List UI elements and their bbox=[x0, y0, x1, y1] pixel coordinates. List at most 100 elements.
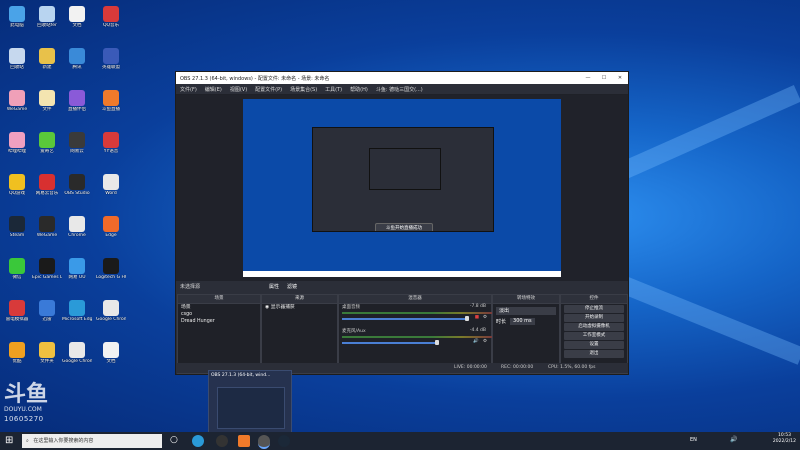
desktop-icon[interactable]: Google Chrome bbox=[62, 340, 92, 378]
desktop-icon[interactable]: WeGame bbox=[2, 88, 32, 126]
ime-indicator[interactable]: EN bbox=[690, 437, 697, 443]
control-button[interactable]: 工作室模式 bbox=[564, 332, 624, 340]
desktop-icon[interactable]: 此电脑 bbox=[2, 4, 32, 42]
desktop-icon[interactable]: 网易 UU bbox=[62, 256, 92, 294]
desktop-icon[interactable]: 回收站fer bbox=[32, 4, 62, 42]
app-icon bbox=[69, 6, 85, 22]
desktop-icon[interactable]: Epic Games Launcher bbox=[32, 256, 62, 294]
desktop-icon[interactable]: 新建 bbox=[32, 46, 62, 84]
desktop-icon[interactable]: 哔哩哔哩 bbox=[2, 130, 32, 168]
duration-row: 时长 300 ms bbox=[496, 318, 556, 325]
control-button[interactable]: 开始录制 bbox=[564, 314, 624, 322]
duration-input[interactable]: 300 ms bbox=[510, 318, 535, 325]
desktop-icon[interactable]: Chrome bbox=[62, 214, 92, 252]
control-button[interactable]: 退出 bbox=[564, 350, 624, 358]
filters-tab[interactable]: 滤镜 bbox=[283, 283, 301, 290]
menu-item[interactable]: 文件(F) bbox=[176, 86, 201, 93]
obs-icon[interactable] bbox=[216, 435, 228, 447]
taskbar-search[interactable]: ⌕ 在这里输入你要搜索的内容 bbox=[22, 434, 162, 448]
obs-preview[interactable]: 斗鱼开始直播成功 bbox=[176, 95, 628, 281]
menu-item[interactable]: 配置文件(P) bbox=[251, 86, 286, 93]
desktop-icon[interactable]: Google Chrome bbox=[96, 298, 126, 336]
gear-icon[interactable]: ⚙ bbox=[483, 339, 487, 344]
maximize-icon[interactable]: ☐ bbox=[596, 75, 612, 81]
properties-tab[interactable]: 属性 bbox=[265, 283, 283, 290]
app-icon bbox=[69, 90, 85, 106]
desktop-icon[interactable]: QQ音乐 bbox=[96, 4, 126, 42]
desktop-icon[interactable]: 文件夹 bbox=[32, 340, 62, 378]
app-icon bbox=[39, 342, 55, 358]
desktop-icon[interactable]: 微信 bbox=[2, 256, 32, 294]
desktop-icon[interactable]: Steam bbox=[2, 214, 32, 252]
controls-title: 控件 bbox=[561, 295, 627, 304]
app-icon bbox=[103, 174, 119, 190]
desktop-icon[interactable]: Word bbox=[96, 172, 126, 210]
eye-icon[interactable]: ◉ bbox=[265, 305, 269, 310]
taskbar-thumbnail[interactable]: OBS 27.1.3 (64-bit, wind... bbox=[208, 370, 292, 432]
desktop-icon[interactable]: 优酷 bbox=[2, 340, 32, 378]
desktop-icon[interactable]: 回收站 bbox=[2, 46, 32, 84]
desktop-icon-label: 此电脑 bbox=[10, 23, 24, 28]
menu-item[interactable]: 工具(T) bbox=[321, 86, 346, 93]
steam-icon[interactable] bbox=[278, 435, 290, 447]
desktop-icon[interactable]: 迅雷 bbox=[32, 298, 62, 336]
scene-item[interactable]: csgo bbox=[178, 311, 260, 318]
volume-knob[interactable] bbox=[465, 316, 469, 321]
control-button[interactable]: 设置 bbox=[564, 341, 624, 349]
app-icon bbox=[69, 216, 85, 232]
menu-item[interactable]: 帮助(H) bbox=[346, 86, 372, 93]
volume-icon[interactable]: 🔊 bbox=[730, 436, 737, 443]
menu-item[interactable]: 视图(V) bbox=[226, 86, 251, 93]
desktop-icon[interactable]: 英雄联盟 bbox=[96, 46, 126, 84]
app-icon bbox=[103, 6, 119, 22]
edge-icon[interactable] bbox=[192, 435, 204, 447]
obs-titlebar[interactable]: OBS 27.1.3 (64-bit, windows) - 配置文件: 未命名… bbox=[176, 72, 628, 84]
rec-status: REC: 00:00:00 bbox=[501, 365, 534, 370]
scene-item[interactable]: Dread Hunger bbox=[178, 318, 260, 325]
volume-knob[interactable] bbox=[435, 340, 439, 345]
task-view-icon[interactable]: ○ bbox=[170, 435, 182, 447]
control-button[interactable]: 停止推流 bbox=[564, 305, 624, 313]
desktop-icon[interactable]: 网易云音乐 bbox=[32, 172, 62, 210]
speaker-icon[interactable]: 🔊 bbox=[473, 339, 479, 344]
source-item[interactable]: ◉ 显示器捕获 bbox=[262, 304, 337, 311]
clock[interactable]: 10:53 2022/2/12 bbox=[773, 433, 796, 445]
desktop-icon[interactable]: 雷电模拟器 bbox=[2, 298, 32, 336]
speaker-icon[interactable]: ■ bbox=[475, 315, 479, 320]
control-button[interactable]: 启动虚拟摄像机 bbox=[564, 323, 624, 331]
desktop-icon[interactable]: QQ游戏 bbox=[2, 172, 32, 210]
desktop-icon[interactable]: WeGame bbox=[32, 214, 62, 252]
thumbnail-title: OBS 27.1.3 (64-bit, wind... bbox=[211, 373, 271, 378]
desktop-icon[interactable]: YY语音 bbox=[96, 130, 126, 168]
volume-slider[interactable] bbox=[342, 318, 467, 320]
scene-item[interactable]: 场景 bbox=[178, 304, 260, 311]
desktop-icon[interactable]: 腾讯 bbox=[62, 46, 92, 84]
menu-item[interactable]: 斗鱼: 德哒三国交(...) bbox=[372, 86, 427, 93]
gear-icon[interactable]: ⚙ bbox=[483, 315, 487, 320]
desktop-icon[interactable]: Microsoft Edge bbox=[62, 298, 92, 336]
desktop-icon-label: Logitech G HUB bbox=[96, 275, 126, 280]
desktop-icon[interactable]: Edge bbox=[96, 214, 126, 252]
search-icon: ⌕ bbox=[26, 438, 29, 444]
close-icon[interactable]: ✕ bbox=[612, 75, 628, 81]
transition-select[interactable]: 淡出 bbox=[496, 307, 556, 315]
desktop-icon[interactable]: 直播伴侣 bbox=[62, 88, 92, 126]
menu-item[interactable]: 场景集合(S) bbox=[286, 86, 321, 93]
desktop-icon[interactable]: 文档 bbox=[62, 4, 92, 42]
app-icon bbox=[69, 48, 85, 64]
desktop-icon[interactable]: OBS Studio bbox=[62, 172, 92, 210]
duration-label: 时长 bbox=[496, 319, 507, 325]
obs-active-icon[interactable] bbox=[258, 435, 270, 449]
windows-start-icon[interactable]: ⊞ bbox=[5, 435, 13, 447]
volume-slider[interactable] bbox=[342, 342, 437, 344]
douyu-icon[interactable] bbox=[238, 435, 250, 447]
menu-item[interactable]: 编辑(E) bbox=[201, 86, 226, 93]
desktop-icon[interactable]: Logitech G HUB bbox=[96, 256, 126, 294]
obs-window[interactable]: OBS 27.1.3 (64-bit, windows) - 配置文件: 未命名… bbox=[175, 71, 629, 375]
desktop-icon[interactable]: 爱奇艺 bbox=[32, 130, 62, 168]
minimize-icon[interactable]: — bbox=[580, 75, 596, 81]
desktop-icon[interactable]: 文档 bbox=[96, 340, 126, 378]
desktop-icon[interactable]: 网易云 bbox=[62, 130, 92, 168]
desktop-icon[interactable]: 斗鱼直播 bbox=[96, 88, 126, 126]
desktop-icon[interactable]: 文件 bbox=[32, 88, 62, 126]
